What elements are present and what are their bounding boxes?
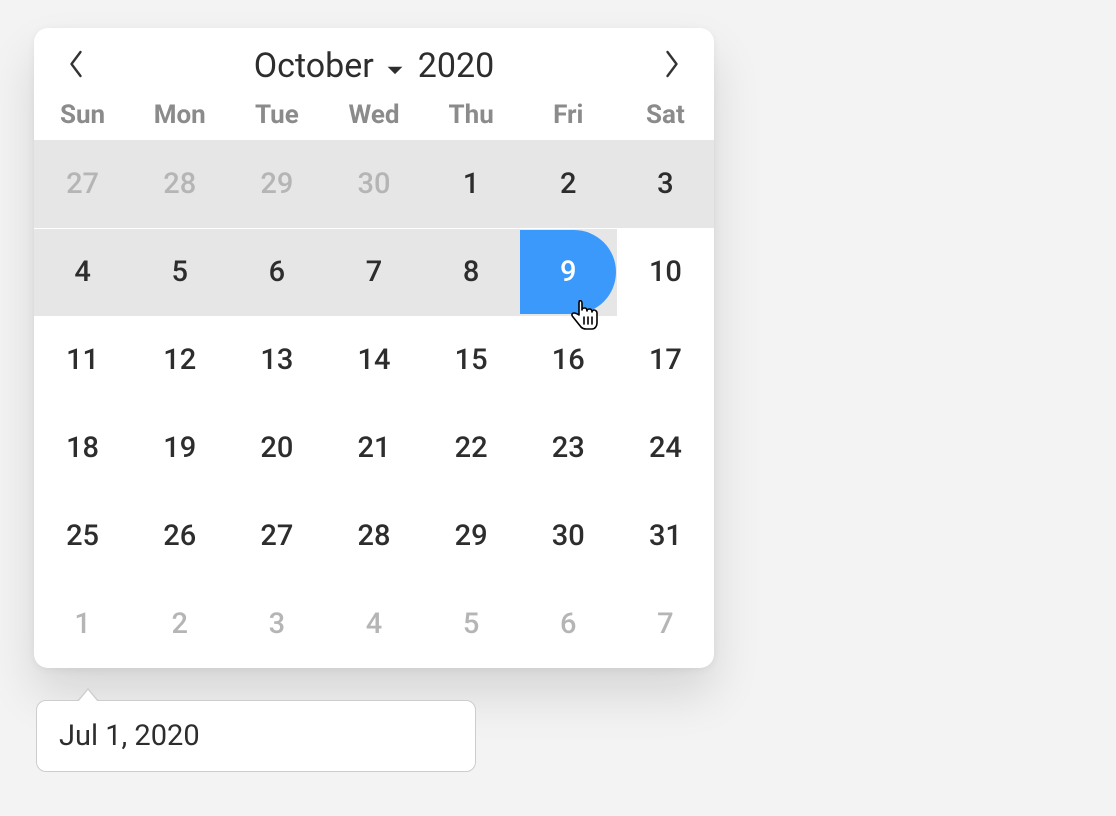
next-month-button[interactable]	[648, 42, 696, 90]
day-cell[interactable]: 2	[520, 140, 617, 228]
day-cell[interactable]: 13	[228, 316, 325, 404]
day-cell[interactable]: 30	[520, 492, 617, 580]
day-cell[interactable]: 31	[617, 492, 714, 580]
day-cell[interactable]: 10	[617, 228, 714, 316]
day-cell[interactable]: 21	[325, 404, 422, 492]
day-cell[interactable]: 12	[131, 316, 228, 404]
day-cell[interactable]: 29	[228, 140, 325, 228]
month-year-display: October 2020	[254, 46, 494, 86]
day-cell[interactable]: 4	[34, 228, 131, 316]
year-label[interactable]: 2020	[418, 46, 494, 86]
day-cell[interactable]: 22	[423, 404, 520, 492]
day-cell[interactable]: 6	[520, 580, 617, 668]
day-cell[interactable]: 24	[617, 404, 714, 492]
weekday-label: Tue	[228, 100, 325, 130]
day-cell[interactable]: 29	[423, 492, 520, 580]
day-cell[interactable]: 27	[34, 140, 131, 228]
day-cell[interactable]: 28	[131, 140, 228, 228]
day-cell[interactable]: 14	[325, 316, 422, 404]
month-select[interactable]: October	[254, 46, 404, 86]
day-cell[interactable]: 6	[228, 228, 325, 316]
day-cell[interactable]: 25	[34, 492, 131, 580]
weekday-label: Sat	[617, 100, 714, 130]
date-input[interactable]: Jul 1, 2020	[36, 700, 476, 772]
day-cell[interactable]: 7	[325, 228, 422, 316]
day-cell[interactable]: 7	[617, 580, 714, 668]
day-cell[interactable]: 3	[228, 580, 325, 668]
day-cell[interactable]: 2	[131, 580, 228, 668]
day-cell[interactable]: 3	[617, 140, 714, 228]
calendar-grid: 2728293012345678910111213141516171819202…	[34, 140, 714, 668]
day-cell[interactable]: 5	[423, 580, 520, 668]
day-cell[interactable]: 11	[34, 316, 131, 404]
day-cell[interactable]: 9	[520, 228, 617, 316]
weekday-header-row: Sun Mon Tue Wed Thu Fri Sat	[34, 96, 714, 140]
month-label: October	[254, 46, 374, 86]
weekday-label: Fri	[520, 100, 617, 130]
date-input-value: Jul 1, 2020	[59, 719, 200, 753]
chevron-down-icon	[386, 61, 404, 79]
date-picker-popover: October 2020 Sun Mon	[34, 28, 714, 668]
day-cell[interactable]: 19	[131, 404, 228, 492]
weekday-label: Sun	[34, 100, 131, 130]
weekday-label: Thu	[423, 100, 520, 130]
day-cell[interactable]: 28	[325, 492, 422, 580]
prev-month-button[interactable]	[52, 42, 100, 90]
day-cell[interactable]: 26	[131, 492, 228, 580]
day-cell[interactable]: 15	[423, 316, 520, 404]
calendar-header: October 2020	[34, 28, 714, 96]
popover-arrow	[78, 690, 98, 702]
day-cell[interactable]: 4	[325, 580, 422, 668]
day-cell[interactable]: 18	[34, 404, 131, 492]
day-cell[interactable]: 27	[228, 492, 325, 580]
day-cell[interactable]: 5	[131, 228, 228, 316]
weekday-label: Mon	[131, 100, 228, 130]
chevron-right-icon	[663, 49, 681, 83]
day-cell[interactable]: 1	[423, 140, 520, 228]
day-cell[interactable]: 16	[520, 316, 617, 404]
day-cell[interactable]: 23	[520, 404, 617, 492]
chevron-left-icon	[67, 49, 85, 83]
day-cell[interactable]: 30	[325, 140, 422, 228]
day-cell[interactable]: 17	[617, 316, 714, 404]
day-cell[interactable]: 20	[228, 404, 325, 492]
day-cell[interactable]: 8	[423, 228, 520, 316]
day-cell[interactable]: 1	[34, 580, 131, 668]
weekday-label: Wed	[325, 100, 422, 130]
